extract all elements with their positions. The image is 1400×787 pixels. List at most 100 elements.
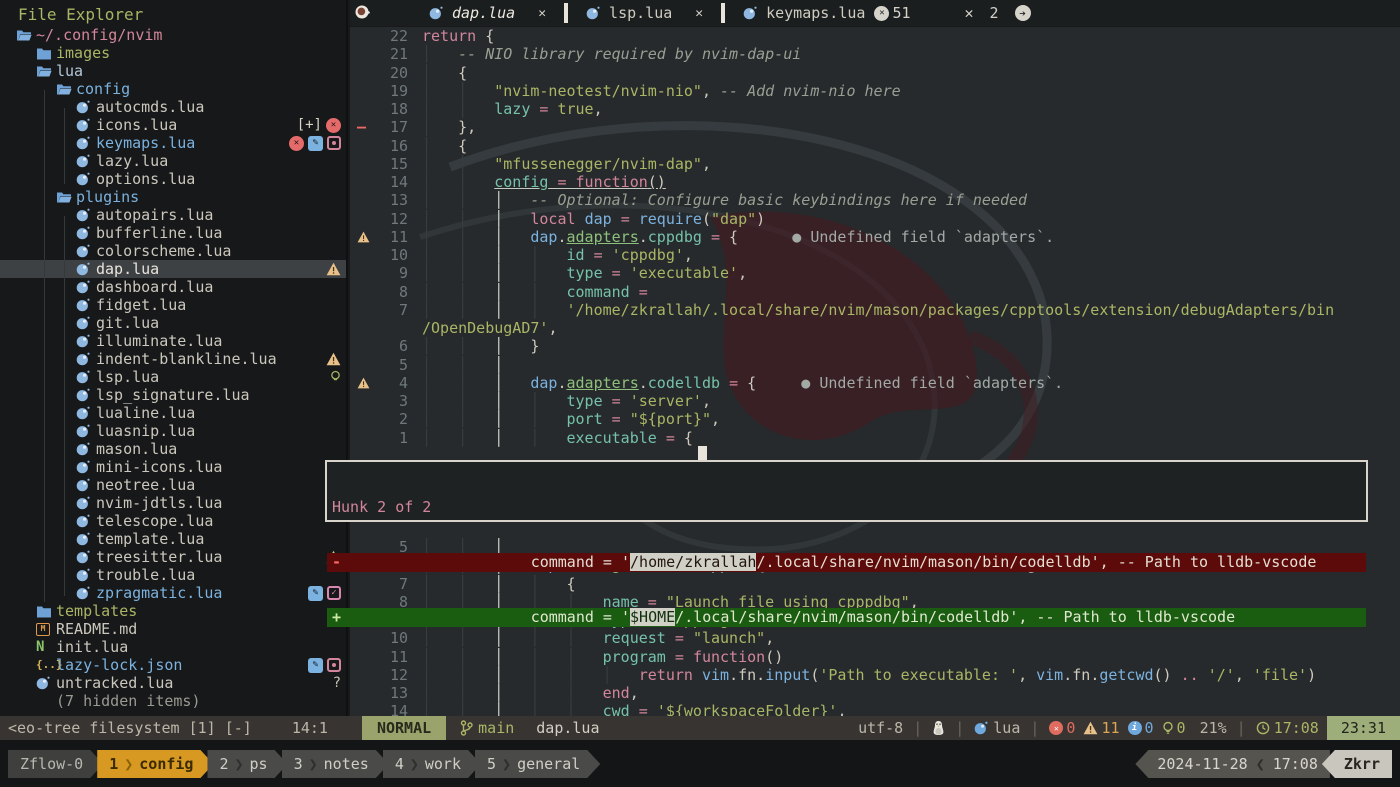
code-line[interactable]: 14 │ │ │ │ │ cwd = '${workspaceFolder}', xyxy=(350,702,1400,716)
code-line[interactable]: 3 │ │ │ │ type = 'server', xyxy=(350,392,1400,410)
tree-item[interactable]: treesitter.lua xyxy=(0,548,346,566)
tree-item[interactable]: mini-icons.lua xyxy=(0,458,346,476)
tree-item-label: colorscheme.lua xyxy=(96,242,232,260)
lua-icon xyxy=(76,460,96,474)
code-line[interactable]: 20 │ { xyxy=(350,64,1400,82)
tmux-window-ps[interactable]: 2 ❯ ps xyxy=(207,750,287,778)
tree-item[interactable]: lazy.lua xyxy=(0,152,346,170)
diff-added-line: + command = '$HOME/.local/share/nvim/mas… xyxy=(327,608,1366,627)
tree-item[interactable]: templates xyxy=(0,602,346,620)
line-number: 1 xyxy=(398,428,408,447)
warning-sign-icon xyxy=(350,228,374,246)
tree-item-label: illuminate.lua xyxy=(96,332,223,350)
tree-item[interactable]: luasnip.lua xyxy=(0,422,346,440)
code-line[interactable]: 1 │ │ │ │ executable = { xyxy=(350,429,1400,447)
tmux-window-config[interactable]: 1 ❯ config xyxy=(97,750,213,778)
tree-item[interactable]: (7 hidden items) xyxy=(0,692,346,710)
tree-item[interactable]: autocmds.lua xyxy=(0,98,346,116)
tree-item-label: telescope.lua xyxy=(96,512,214,530)
code-line[interactable]: 12 │ │ │ │ │ │ return vim.fn.input('Path … xyxy=(350,666,1400,684)
code-line[interactable]: 9 │ │ │ │ type = 'executable', xyxy=(350,264,1400,282)
tree-item[interactable]: config xyxy=(0,80,346,98)
tree-item[interactable]: icons.lua [+] ✕ xyxy=(0,116,346,134)
tree-item[interactable]: M README.md xyxy=(0,620,346,638)
tmux-datetime: 2024-11-28 ❮ 17:08 xyxy=(1135,750,1330,778)
code-line[interactable]: 6 │ │ │ } xyxy=(350,337,1400,355)
lua-icon xyxy=(76,424,96,438)
code-line[interactable]: 16 │ { xyxy=(350,137,1400,155)
tree-item[interactable]: lsp.lua xyxy=(0,368,346,386)
code-line[interactable]: 21 │ -- NIO library required by nvim-dap-… xyxy=(350,45,1400,63)
tree-item[interactable]: options.lua xyxy=(0,170,346,188)
code-line[interactable]: 19 │ │ "nvim-neotest/nvim-nio", -- Add nv… xyxy=(350,82,1400,100)
tree-item[interactable]: illuminate.lua xyxy=(0,332,346,350)
statusline: <eo-tree filesystem [1] [-] 14:1 NORMAL … xyxy=(0,716,1400,740)
tree-item[interactable]: dashboard.lua xyxy=(0,278,346,296)
next-tab-arrow-icon[interactable]: ➔ xyxy=(1014,5,1031,21)
tree-item[interactable]: mason.lua xyxy=(0,440,346,458)
tmux-window-work[interactable]: 4 ❯ work xyxy=(383,750,481,778)
file-tree: ~/.config/nvim images lua config autocmds.lu… xyxy=(0,26,346,710)
code-line[interactable]: 13 │ │ │ -- Optional: Configure basic key… xyxy=(350,191,1400,209)
diff-sign: + xyxy=(332,608,342,626)
tmux-hostname: Zkrr xyxy=(1321,750,1392,778)
code-line[interactable]: 12 │ │ │ local dap = require("dap") xyxy=(350,210,1400,228)
tree-item[interactable]: trouble.lua xyxy=(0,566,346,584)
close-buffer-icon[interactable]: ✕ xyxy=(695,6,703,21)
tree-item[interactable]: autopairs.lua xyxy=(0,206,346,224)
line-number xyxy=(374,319,408,337)
buffer-tab[interactable]: keymaps.lua ✕ 51 xyxy=(725,0,928,26)
code-line[interactable]: 7 │ │ │ │ '/home/zkrallah/.local/share/nv… xyxy=(350,301,1400,319)
tmux-window-notes[interactable]: 3 ❯ notes xyxy=(282,750,389,778)
code-line[interactable]: 13 │ │ │ │ │ end, xyxy=(350,684,1400,702)
tree-item[interactable]: indent-blankline.lua xyxy=(0,350,346,368)
tree-item[interactable]: keymaps.lua ✕ ✎ xyxy=(0,134,346,152)
close-all-icon[interactable]: ✕ xyxy=(965,4,974,22)
code-line[interactable]: 5 │ │ │ xyxy=(350,356,1400,374)
sign-column xyxy=(350,100,374,118)
line-number: 18 xyxy=(389,100,408,118)
tree-item[interactable]: fidget.lua xyxy=(0,296,346,314)
code-line[interactable]: 4 │ │ │ dap.adapters.codelldb = { ● Undef… xyxy=(350,374,1400,392)
tree-item[interactable]: lualine.lua xyxy=(0,404,346,422)
tree-item-label: neotree.lua xyxy=(96,476,196,494)
code-line[interactable]: 2 │ │ │ │ port = "${port}", xyxy=(350,410,1400,428)
code-line[interactable]: 8 │ │ │ │ command = xyxy=(350,283,1400,301)
tree-item[interactable]: git.lua xyxy=(0,314,346,332)
code-line[interactable]: 22 return { xyxy=(350,27,1400,45)
code-text: │ │ │ -- Optional: Configure basic keybi… xyxy=(422,191,1028,210)
tab-count: 2 xyxy=(989,4,999,22)
code-line[interactable]: 15 │ │ "mfussenegger/nvim-dap", xyxy=(350,155,1400,173)
tree-item[interactable]: ~/.config/nvim xyxy=(0,26,346,44)
tree-item[interactable]: dap.lua xyxy=(0,260,346,278)
code-line[interactable]: – 17 │ }, xyxy=(350,118,1400,136)
tree-item[interactable]: lsp_signature.lua xyxy=(0,386,346,404)
code-line[interactable]: 14 │ │ config = function() xyxy=(350,173,1400,191)
tree-item[interactable]: plugins xyxy=(0,188,346,206)
close-buffer-icon[interactable]: ✕ xyxy=(538,6,546,21)
tree-item[interactable]: untracked.lua? xyxy=(0,674,346,692)
tmux-window-general[interactable]: 5 ❯ general xyxy=(475,750,600,778)
tree-item-label: nvim-jdtls.lua xyxy=(96,494,223,512)
tree-item[interactable]: colorscheme.lua xyxy=(0,242,346,260)
tree-item[interactable]: neotree.lua xyxy=(0,476,346,494)
tree-item[interactable]: images xyxy=(0,44,346,62)
tree-item[interactable]: lua xyxy=(0,62,346,80)
tree-item[interactable]: zpragmatic.lua ✎ ✓ xyxy=(0,584,346,602)
statusline-filename: dap.lua xyxy=(536,719,600,737)
tree-item[interactable]: nvim-jdtls.lua xyxy=(0,494,346,512)
diff-hunk-popup: Hunk 2 of 2 - command = '/home/zkrallah/… xyxy=(325,460,1368,627)
code-line[interactable]: 18 │ │ lazy = true, xyxy=(350,100,1400,118)
tree-item[interactable]: Ninit.lua xyxy=(0,638,346,656)
tree-item[interactable]: telescope.lua xyxy=(0,512,346,530)
code-line[interactable]: 10 │ │ │ │ id = 'cppdbg', xyxy=(350,246,1400,264)
tree-item[interactable]: template.lua xyxy=(0,530,346,548)
buffer-tab[interactable]: lsp.lua ✕ xyxy=(568,0,721,26)
tree-item[interactable]: bufferline.lua xyxy=(0,224,346,242)
warning-sign-icon xyxy=(350,374,374,392)
buffer-tab[interactable]: dap.lua ✕ xyxy=(411,0,564,26)
sign-column xyxy=(350,137,374,155)
code-line[interactable]: 11 │ │ │ dap.adapters.cppdbg = { ● Undefi… xyxy=(350,228,1400,246)
tree-item[interactable]: {..} lazy-lock.json ✎ xyxy=(0,656,346,674)
code-line[interactable]: /OpenDebugAD7', xyxy=(350,319,1400,337)
